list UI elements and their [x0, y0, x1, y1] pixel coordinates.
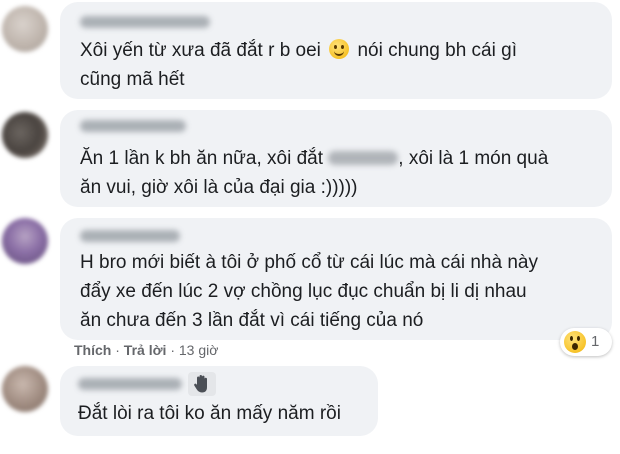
avatar[interactable]	[2, 218, 48, 264]
comment-text: đẩy xe đến lúc 2 vợ chồng lục đục chuẩn …	[80, 281, 527, 302]
comment-text-part: nói chung bh cái gì	[357, 40, 517, 61]
author-name-blurred[interactable]	[80, 120, 186, 132]
waving-hand-icon	[188, 372, 216, 396]
avatar[interactable]	[2, 6, 48, 52]
waving-hand-icon	[194, 375, 207, 393]
smiling-face-icon	[329, 39, 350, 59]
separator: ·	[166, 342, 179, 358]
author-name-blurred[interactable]	[80, 16, 210, 28]
timestamp[interactable]: 13 giờ	[179, 342, 219, 358]
comment-bubble: H bro mới biết à tôi ở phố cổ từ cái lúc…	[60, 218, 612, 340]
comment-text: ăn chưa đến 3 lần đắt vì cái tiếng của n…	[80, 310, 424, 331]
reply-button[interactable]: Trả lời	[124, 342, 167, 358]
avatar[interactable]	[2, 366, 48, 412]
comment-text: ăn vui, giờ xôi là của đại gia :)))))	[80, 177, 358, 198]
comment-bubble: Ăn 1 lần k bh ăn nữa, xôi đắt , xôi là 1…	[60, 110, 612, 207]
reaction-summary[interactable]: 1	[560, 328, 612, 356]
comment-text: Ăn 1 lần k bh ăn nữa, xôi đắt , xôi là 1…	[80, 144, 548, 173]
avatar[interactable]	[2, 112, 48, 158]
comment-text: H bro mới biết à tôi ở phố cổ từ cái lúc…	[80, 252, 538, 273]
comment-bubble: Đắt lòi ra tôi ko ăn mấy năm rồi	[60, 366, 378, 436]
separator: ·	[111, 342, 124, 358]
comment-text: Đắt lòi ra tôi ko ăn mấy năm rồi	[78, 403, 341, 424]
author-name-blurred[interactable]	[78, 378, 182, 390]
comment-text-part: , xôi là 1 món quà	[398, 148, 549, 169]
comment-text-part: Xôi yến từ xưa đã đắt r b oei	[80, 40, 321, 61]
reaction-count: 1	[591, 333, 600, 350]
wow-reaction-icon	[564, 331, 586, 353]
comment-text: Xôi yến từ xưa đã đắt r b oei nói chung …	[80, 36, 517, 65]
like-button[interactable]: Thích	[74, 342, 111, 358]
comment-text: cũng mã hết	[80, 69, 185, 90]
redacted-text	[328, 151, 399, 165]
author-name-blurred[interactable]	[80, 230, 180, 242]
comment-text-part: Ăn 1 lần k bh ăn nữa, xôi đắt	[80, 148, 323, 169]
comment-bubble: Xôi yến từ xưa đã đắt r b oei nói chung …	[60, 2, 612, 99]
comment-actions: Thích · Trả lời · 13 giờ	[74, 342, 218, 358]
